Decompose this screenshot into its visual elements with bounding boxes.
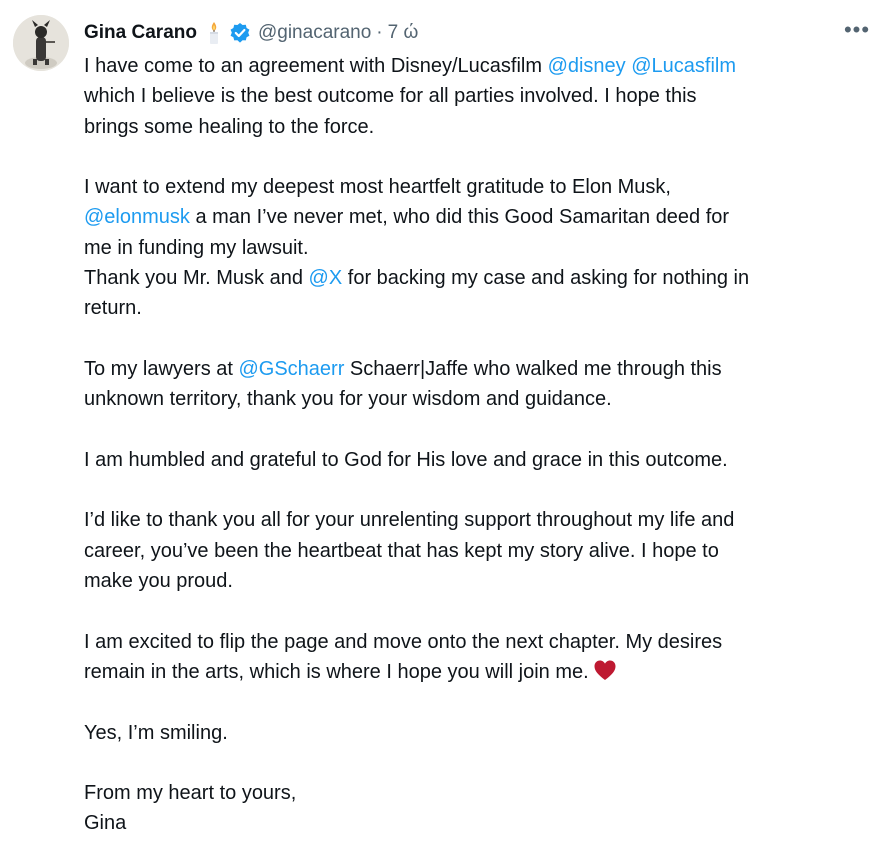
text-line: I am excited to flip the page and move o…: [84, 630, 723, 653]
avatar[interactable]: [13, 15, 69, 71]
text-span: Schaerr|Jaffe who walked me through this: [344, 357, 722, 380]
text-line: From my heart to yours,: [84, 782, 297, 805]
text-line: remain in the arts, which is where I hop…: [84, 660, 589, 683]
tweet-header: Gina Carano @ginacarano · 7 ώ: [84, 19, 418, 47]
text-line: career, you’ve been the heartbeat that h…: [84, 539, 719, 562]
verified-badge-icon[interactable]: [229, 22, 251, 44]
heart-icon: [593, 659, 617, 681]
text-line: return.: [84, 297, 142, 320]
mention-link[interactable]: @GSchaerr: [238, 358, 344, 380]
candle-icon: [205, 21, 223, 45]
text-line: which I believe is the best outcome for …: [84, 85, 697, 108]
author-name[interactable]: Gina Carano: [84, 22, 197, 44]
text-line: make you proud.: [84, 570, 233, 593]
avatar-image: [13, 15, 69, 71]
text-line: I’d like to thank you all for your unrel…: [84, 509, 735, 532]
text-span: I have come to an agreement with Disney/…: [84, 55, 548, 77]
text-span: for backing my case and asking for nothi…: [342, 267, 750, 290]
paragraph: Yes, I’m smiling.: [84, 721, 228, 744]
paragraph: From my heart to yours, Gina: [84, 778, 876, 839]
paragraph: I want to extend my deepest most heartfe…: [84, 172, 876, 323]
paragraph: I am excited to flip the page and move o…: [84, 627, 876, 688]
mention-link[interactable]: @Lucasfilm: [631, 55, 736, 77]
tweet-timestamp[interactable]: 7 ώ: [388, 22, 419, 44]
text-line: unknown territory, thank you for your wi…: [84, 388, 612, 411]
mention-link[interactable]: @elonmusk: [84, 206, 190, 228]
paragraph: I am humbled and grateful to God for His…: [84, 448, 728, 471]
tweet-text: I have come to an agreement with Disney/…: [84, 51, 876, 839]
paragraph: I have come to an agreement with Disney/…: [84, 51, 876, 142]
paragraph: To my lawyers at @GSchaerr Schaerr|Jaffe…: [84, 354, 876, 415]
text-line: Gina: [84, 812, 127, 835]
tweet: Gina Carano @ginacarano · 7 ώ ••• I have…: [0, 0, 880, 848]
mention-link[interactable]: @disney: [548, 55, 626, 77]
text-line: me in funding my lawsuit.: [84, 236, 309, 259]
author-handle[interactable]: @ginacarano: [258, 22, 371, 44]
mention-link[interactable]: @X: [309, 267, 343, 289]
text-span: To my lawyers at: [84, 357, 239, 380]
separator-dot: ·: [376, 22, 383, 43]
more-options-icon[interactable]: •••: [842, 19, 872, 46]
paragraph: I’d like to thank you all for your unrel…: [84, 505, 876, 596]
text-line: I want to extend my deepest most heartfe…: [84, 176, 671, 199]
text-line: brings some healing to the force.: [84, 115, 375, 138]
text-span: a man I’ve never met, who did this Good …: [189, 206, 730, 229]
text-span: Thank you Mr. Musk and: [84, 267, 309, 290]
